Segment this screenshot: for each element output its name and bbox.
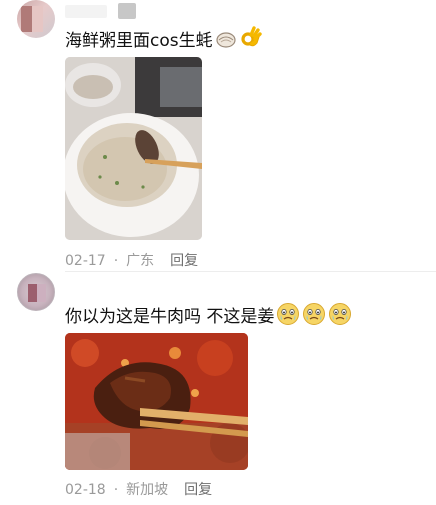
- divider: [65, 271, 436, 272]
- comment-meta: 02-17 · 广东 回复: [65, 250, 198, 270]
- meta-separator: ·: [113, 253, 119, 269]
- comment-location: 新加坡: [126, 482, 169, 498]
- seafood-congee-photo[interactable]: [65, 57, 202, 240]
- comment-location: 广东: [126, 253, 155, 269]
- comment-date: 02-17: [65, 253, 106, 269]
- reply-button[interactable]: 回复: [170, 250, 198, 270]
- meta-separator: ·: [113, 482, 119, 498]
- comment-date: 02-18: [65, 482, 106, 498]
- username-redacted: [65, 5, 107, 18]
- ok-hand-icon: [239, 26, 263, 56]
- avatar[interactable]: [17, 273, 55, 311]
- hot-pot-ginger-photo[interactable]: [65, 333, 248, 470]
- comment-body: 海鲜粥里面cos生蚝: [65, 31, 213, 51]
- avatar[interactable]: [17, 0, 55, 38]
- comment-body: 你以为这是牛肉吗 不这是姜: [65, 307, 275, 327]
- crying-face-icon: [276, 302, 300, 332]
- comment-text: 海鲜粥里面cos生蚝: [65, 26, 263, 56]
- comment-text: 你以为这是牛肉吗 不这是姜: [65, 302, 352, 332]
- username-redacted-block: [118, 3, 136, 19]
- crying-face-icon: [328, 302, 352, 332]
- oyster-icon: [215, 28, 237, 56]
- comment-meta: 02-18 · 新加坡 回复: [65, 479, 212, 499]
- reply-button[interactable]: 回复: [184, 479, 212, 499]
- crying-face-icon: [302, 302, 326, 332]
